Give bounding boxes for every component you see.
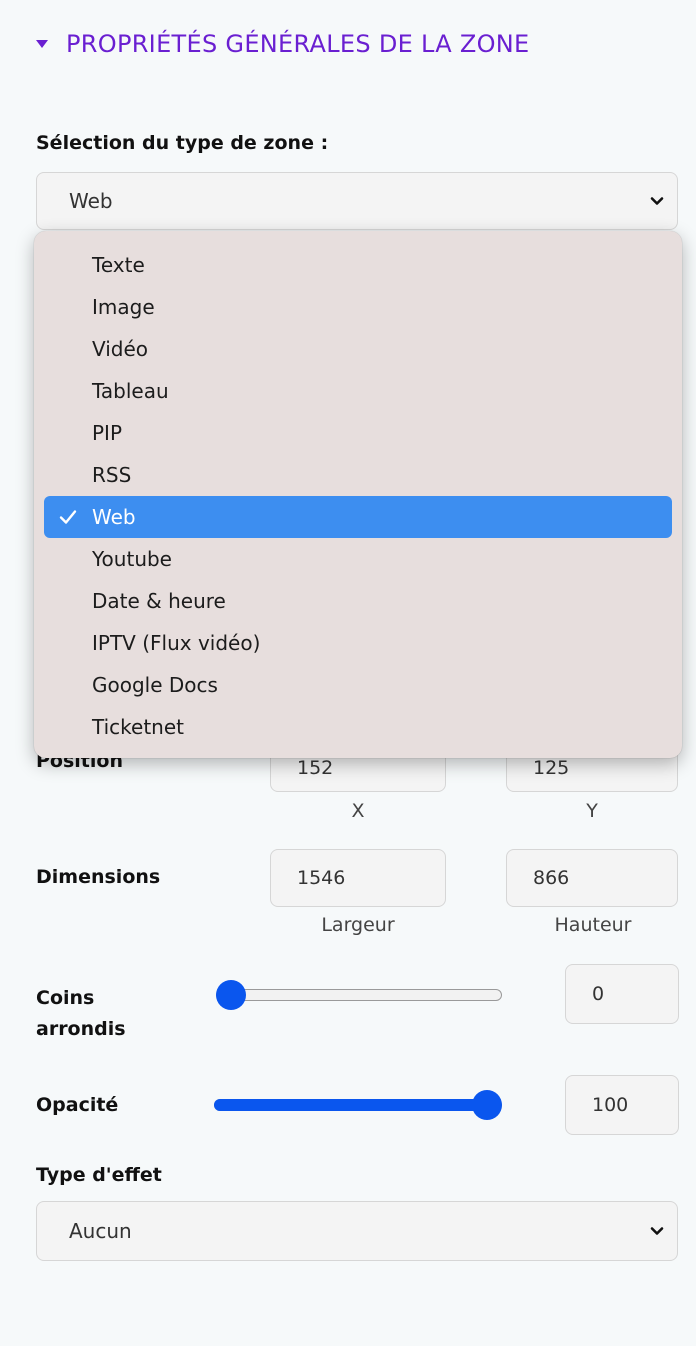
dropdown-option[interactable]: Web (44, 496, 672, 538)
section-header[interactable]: PROPRIÉTÉS GÉNÉRALES DE LA ZONE (36, 30, 530, 58)
effect-label: Type d'effet (36, 1164, 162, 1186)
chevron-down-icon (650, 1227, 664, 1235)
dropdown-option[interactable]: Image (44, 286, 672, 328)
opacity-value: 100 (592, 1094, 629, 1116)
dropdown-option-label: Google Docs (92, 673, 218, 697)
dropdown-option-label: Vidéo (92, 337, 149, 361)
height-input[interactable]: 866 (506, 849, 678, 907)
corners-slider[interactable] (216, 980, 502, 1012)
dropdown-option[interactable]: Youtube (44, 538, 672, 580)
zone-type-selected-value: Web (69, 189, 113, 213)
dropdown-option-label: Image (92, 295, 155, 319)
zone-type-select[interactable]: Web (36, 172, 678, 230)
section-title: PROPRIÉTÉS GÉNÉRALES DE LA ZONE (66, 30, 530, 58)
dropdown-option[interactable]: Texte (44, 244, 672, 286)
effect-select[interactable]: Aucun (36, 1201, 678, 1261)
width-value: 1546 (297, 867, 346, 889)
chevron-down-icon (650, 197, 664, 205)
height-value: 866 (533, 867, 570, 889)
dimensions-label: Dimensions (36, 866, 161, 888)
dropdown-option[interactable]: IPTV (Flux vidéo) (44, 622, 672, 664)
dropdown-option[interactable]: PIP (44, 412, 672, 454)
position-y-caption: Y (586, 800, 598, 822)
width-caption: Largeur (321, 914, 395, 936)
zone-type-label: Sélection du type de zone : (36, 132, 329, 154)
opacity-input[interactable]: 100 (565, 1075, 679, 1135)
dropdown-option-label: Ticketnet (92, 715, 184, 739)
dropdown-option-label: Youtube (92, 547, 172, 571)
dropdown-option[interactable]: Tableau (44, 370, 672, 412)
caret-down-icon[interactable] (36, 40, 48, 48)
position-x-value: 152 (297, 757, 334, 779)
dropdown-option[interactable]: Date & heure (44, 580, 672, 622)
dropdown-option[interactable]: Google Docs (44, 664, 672, 706)
width-input[interactable]: 1546 (270, 849, 446, 907)
position-x-caption: X (351, 800, 365, 822)
effect-selected-value: Aucun (69, 1219, 132, 1243)
corners-slider-track (216, 989, 502, 1001)
corners-input[interactable]: 0 (565, 964, 679, 1024)
dropdown-option-label: Texte (92, 253, 145, 277)
corners-label-line1: Coins (36, 987, 95, 1009)
dropdown-option-label: IPTV (Flux vidéo) (92, 631, 261, 655)
opacity-slider-fill (214, 1099, 487, 1111)
zone-type-dropdown-list[interactable]: Texte Image Vidéo Tableau PIP RSS Web Youtube Da… (34, 231, 682, 758)
dropdown-option[interactable]: RSS (44, 454, 672, 496)
corners-label: Coins arrondis (36, 983, 126, 1045)
dropdown-option-label: Tableau (92, 379, 169, 403)
opacity-slider-thumb[interactable] (472, 1090, 502, 1120)
dropdown-option-label: Date & heure (92, 589, 226, 613)
dropdown-option-label: PIP (92, 421, 123, 445)
dropdown-option-label: Web (92, 505, 136, 529)
dropdown-option-label: RSS (92, 463, 132, 487)
checkmark-icon (58, 496, 80, 538)
dropdown-option[interactable]: Vidéo (44, 328, 672, 370)
height-caption: Hauteur (554, 914, 632, 936)
corners-label-line2: arrondis (36, 1018, 126, 1040)
opacity-label: Opacité (36, 1094, 119, 1116)
corners-slider-thumb[interactable] (216, 980, 246, 1010)
opacity-slider[interactable] (214, 1090, 502, 1122)
dropdown-option[interactable]: Ticketnet (44, 706, 672, 748)
corners-value: 0 (592, 983, 605, 1005)
position-y-value: 125 (533, 757, 570, 779)
